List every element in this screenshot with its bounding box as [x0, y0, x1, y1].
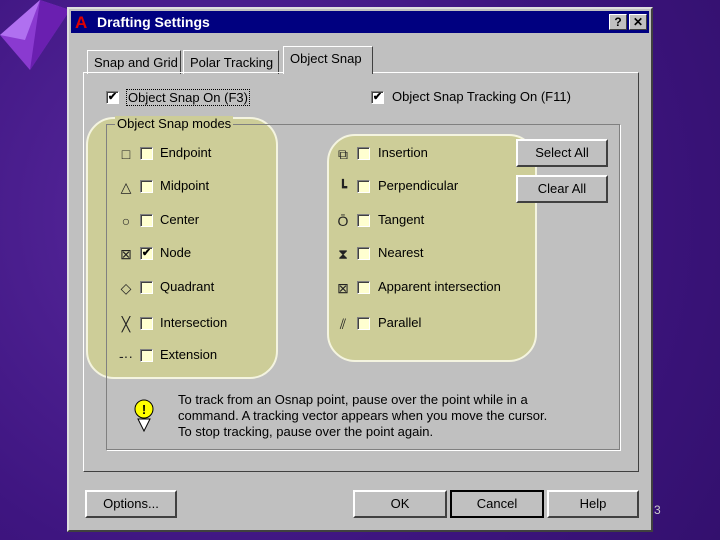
gem-decoration-icon: [0, 0, 70, 70]
snap-mode-label[interactable]: Tangent: [378, 212, 424, 227]
slide-number: 3: [654, 503, 661, 517]
close-button[interactable]: ✕: [629, 14, 647, 30]
snap-mode-label[interactable]: Midpoint: [160, 178, 209, 193]
help-button[interactable]: Help: [547, 490, 639, 518]
snap-mode-label[interactable]: Extension: [160, 347, 217, 362]
object-snap-panel: ✔ Object Snap On (F3) ✔ Object Snap Trac…: [83, 72, 639, 472]
tip-text: To track from an Osnap point, pause over…: [178, 392, 547, 440]
select-all-button[interactable]: Select All: [516, 139, 608, 167]
tab-object-snap[interactable]: Object Snap: [283, 46, 373, 74]
ok-button[interactable]: OK: [353, 490, 447, 518]
snap-mode-symbol-icon: -··: [119, 348, 133, 364]
group-title: Object Snap modes: [115, 116, 234, 131]
snap-mode-symbol-icon: □: [121, 146, 131, 162]
snap-mode-label[interactable]: Endpoint: [160, 145, 211, 160]
osnap-on-checkbox[interactable]: ✔: [106, 91, 119, 104]
options-button[interactable]: Options...: [85, 490, 177, 518]
snap-mode-label[interactable]: Apparent intersection: [378, 279, 501, 294]
snap-mode-checkbox[interactable]: [140, 281, 153, 294]
help-title-button[interactable]: ?: [609, 14, 627, 30]
title-bar: A Drafting Settings ? ✕: [71, 11, 649, 33]
snap-mode-label[interactable]: Node: [160, 245, 191, 260]
snap-mode-checkbox[interactable]: [140, 214, 153, 227]
app-icon: A: [75, 13, 88, 32]
snap-mode-symbol-icon: ┗: [338, 179, 348, 195]
snap-mode-checkbox[interactable]: [357, 214, 370, 227]
snap-mode-label[interactable]: Quadrant: [160, 279, 214, 294]
cancel-button[interactable]: Cancel: [450, 490, 544, 518]
snap-mode-label[interactable]: Perpendicular: [378, 178, 458, 193]
lightbulb-tip-icon: !: [134, 399, 154, 433]
snap-mode-label[interactable]: Nearest: [378, 245, 424, 260]
snap-mode-checkbox[interactable]: [357, 180, 370, 193]
tracking-on-label[interactable]: Object Snap Tracking On (F11): [392, 89, 571, 104]
snap-mode-symbol-icon: ○: [121, 213, 131, 229]
snap-mode-checkbox[interactable]: [140, 147, 153, 160]
snap-mode-symbol-icon: ⊠: [120, 246, 132, 262]
snap-mode-symbol-icon: ◇: [120, 280, 132, 296]
drafting-settings-dialog: A Drafting Settings ? ✕ Snap and Grid Po…: [67, 7, 653, 532]
snap-mode-symbol-icon: Ō: [337, 213, 349, 229]
snap-mode-symbol-icon: ⧉: [338, 146, 348, 162]
tip-line: To track from an Osnap point, pause over…: [178, 392, 528, 407]
osnap-on-label[interactable]: Object Snap On (F3): [126, 89, 250, 106]
snap-mode-checkbox[interactable]: [140, 349, 153, 362]
snap-mode-symbol-icon: ⧗: [338, 246, 348, 262]
snap-mode-label[interactable]: Center: [160, 212, 199, 227]
snap-mode-checkbox[interactable]: [140, 317, 153, 330]
snap-mode-symbol-icon: △: [120, 179, 132, 195]
svg-text:!: !: [142, 402, 146, 417]
tab-polar-tracking[interactable]: Polar Tracking: [183, 50, 279, 74]
snap-mode-checkbox[interactable]: [357, 147, 370, 160]
snap-mode-symbol-icon: ╳: [121, 316, 131, 332]
tab-snap-and-grid[interactable]: Snap and Grid: [87, 50, 181, 74]
clear-all-button[interactable]: Clear All: [516, 175, 608, 203]
tip-line: command. A tracking vector appears when …: [178, 408, 548, 423]
snap-mode-checkbox[interactable]: ✔: [140, 247, 153, 260]
snap-mode-label[interactable]: Parallel: [378, 315, 421, 330]
snap-mode-checkbox[interactable]: [357, 281, 370, 294]
snap-mode-checkbox[interactable]: [140, 180, 153, 193]
snap-mode-symbol-icon: ⊠: [337, 280, 349, 296]
tracking-on-checkbox[interactable]: ✔: [371, 91, 384, 104]
window-title: Drafting Settings: [97, 14, 210, 30]
snap-mode-label[interactable]: Insertion: [378, 145, 428, 160]
snap-mode-label[interactable]: Intersection: [160, 315, 227, 330]
snap-mode-checkbox[interactable]: [357, 317, 370, 330]
snap-mode-symbol-icon: ⫽: [339, 316, 347, 332]
tip-line: To stop tracking, pause over the point a…: [178, 424, 434, 439]
snap-mode-checkbox[interactable]: [357, 247, 370, 260]
